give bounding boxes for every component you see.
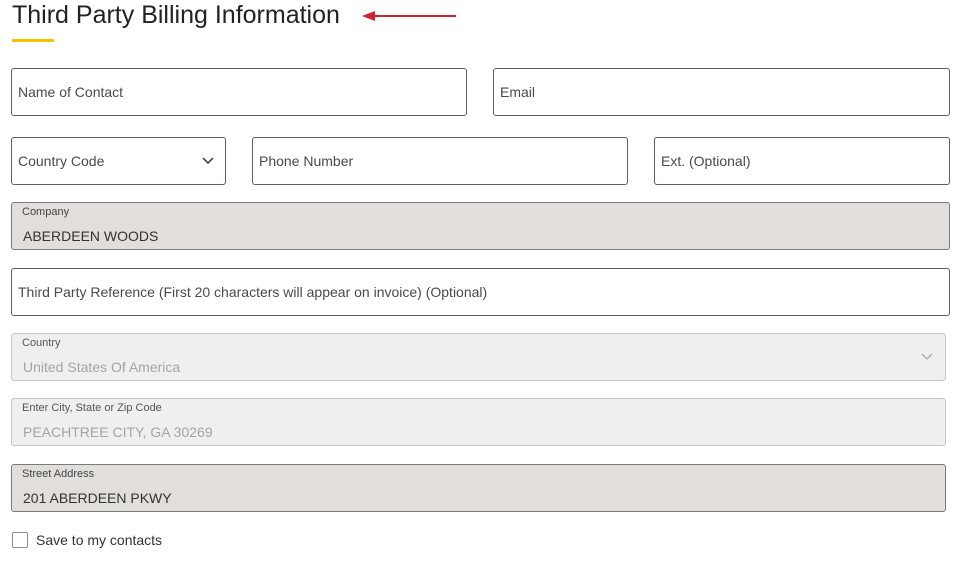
save-to-contacts-label[interactable]: Save to my contacts [36,532,162,548]
chevron-down-icon [921,353,933,360]
phone-number-field[interactable]: Phone Number [252,137,628,185]
title-accent-underline [12,39,54,42]
country-value: United States Of America [23,359,181,375]
country-code-select[interactable]: Country Code [11,137,226,185]
name-of-contact-field[interactable]: Name of Contact [11,68,467,116]
name-of-contact-placeholder: Name of Contact [18,84,124,100]
third-party-reference-placeholder: Third Party Reference (First 20 characte… [18,284,488,300]
email-field[interactable]: Email [493,68,950,116]
country-code-placeholder: Country Code [18,153,105,169]
save-to-contacts-checkbox[interactable] [12,532,28,548]
ext-field[interactable]: Ext. (Optional) [654,137,950,185]
page-title: Third Party Billing Information [12,1,340,29]
email-placeholder: Email [500,84,536,100]
city-state-zip-field[interactable]: Enter City, State or Zip Code PEACHTREE … [11,398,946,446]
country-label: Country [22,337,61,349]
company-field[interactable]: Company ABERDEEN WOODS [11,202,950,250]
annotation-arrow-icon [362,11,456,21]
street-address-value: 201 ABERDEEN PKWY [23,490,172,506]
ext-placeholder: Ext. (Optional) [661,153,751,169]
city-state-zip-value: PEACHTREE CITY, GA 30269 [23,424,213,440]
country-select[interactable]: Country United States Of America [11,333,946,381]
street-address-label: Street Address [22,468,95,480]
street-address-field[interactable]: Street Address 201 ABERDEEN PKWY [11,464,946,512]
company-label: Company [22,206,70,218]
city-state-zip-label: Enter City, State or Zip Code [22,402,162,414]
phone-number-placeholder: Phone Number [259,153,354,169]
third-party-reference-field[interactable]: Third Party Reference (First 20 characte… [11,268,950,316]
chevron-down-icon [202,157,214,165]
company-value: ABERDEEN WOODS [23,228,159,244]
